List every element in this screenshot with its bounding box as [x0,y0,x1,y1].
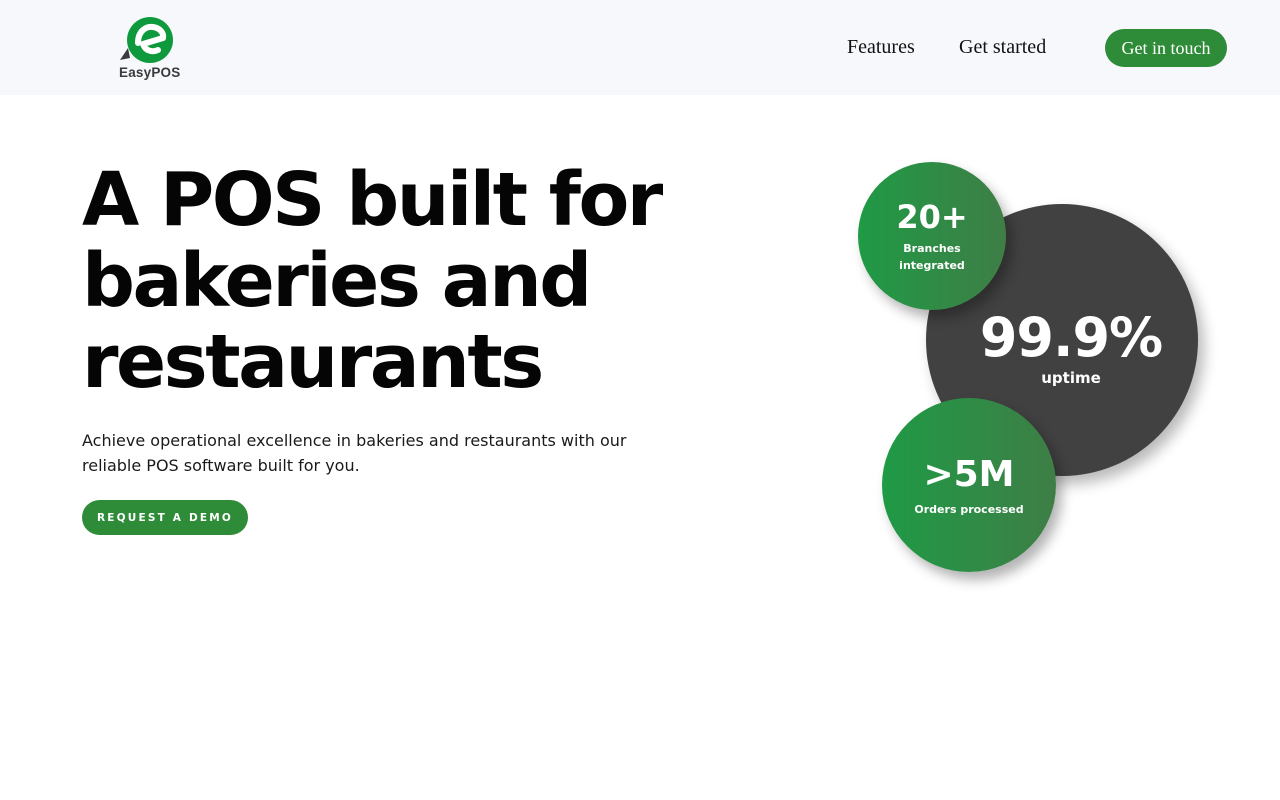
orders-label: Orders processed [914,503,1024,516]
top-navbar: EasyPOS Features Get started Get in touc… [0,0,1280,95]
easypos-logo[interactable]: EasyPOS [118,16,181,82]
branches-stat-circle: 20+ Branches integrated [858,162,1006,310]
branches-value: 20+ [896,198,968,236]
uptime-label: uptime [1041,368,1101,387]
nav-link-features[interactable]: Features [847,36,915,59]
hero-subtitle: Achieve operational excellence in bakeri… [82,431,627,475]
get-in-touch-button[interactable]: Get in touch [1105,29,1227,67]
logo-wordmark: EasyPOS [119,65,181,80]
request-demo-button[interactable]: REQUEST A DEMO [82,500,248,535]
stats-graphic: 99.9% uptime 20+ Branches integrated >5M… [840,150,1220,600]
hero-title: A POS built for bakeries and restaurants [82,157,663,405]
nav-link-get-started[interactable]: Get started [959,36,1046,59]
branches-label: Branches integrated [899,242,965,272]
orders-value: >5M [923,454,1015,495]
uptime-value: 99.9% [979,305,1163,369]
easypos-e-logo-icon [120,17,173,63]
orders-stat-circle: >5M Orders processed [882,398,1056,572]
